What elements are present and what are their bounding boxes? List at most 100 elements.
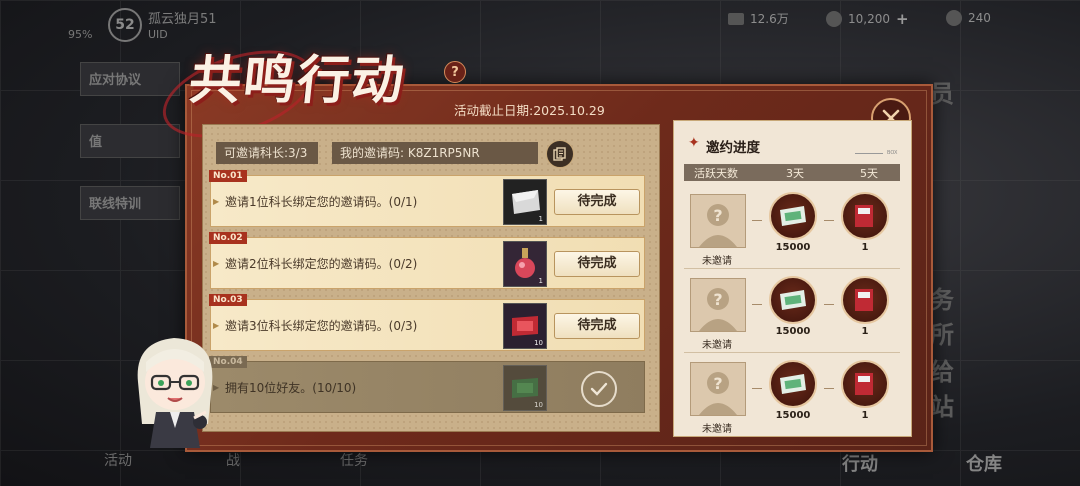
cash-icon — [780, 374, 806, 394]
row-separator — [824, 220, 834, 221]
bg-menu-item: 应对协议 — [80, 62, 180, 96]
reward-amount: 15000 — [775, 410, 811, 421]
invite-status: 未邀请 — [702, 340, 732, 351]
task-number: No.03 — [209, 294, 247, 306]
bg-word: 员 — [930, 79, 954, 108]
completed-check — [581, 371, 617, 407]
empty-avatar[interactable]: ? — [690, 362, 746, 416]
reward-amount: 1 — [861, 326, 869, 337]
bg-menu-item: 联线特训 — [80, 186, 180, 220]
empty-avatar[interactable]: ? — [690, 194, 746, 248]
progress-mini-text: BOX — [887, 150, 898, 156]
help-icon[interactable]: ? — [444, 61, 466, 83]
reward-amount: 1 — [861, 410, 869, 421]
reward-count: 10 — [534, 401, 543, 409]
reward-item[interactable]: 1 — [503, 179, 547, 225]
row-separator — [752, 304, 762, 305]
cash-icon — [780, 290, 806, 310]
copy-button[interactable] — [546, 140, 574, 168]
player-level: 52 — [108, 8, 142, 42]
player-name-text: 孤云独月51 — [148, 12, 217, 27]
task-row: No.02 ▶ 邀请2位科长绑定您的邀请码。(0/2) 1 待完成 — [209, 232, 645, 289]
task-description: 邀请2位科长绑定您的邀请码。(0/2) — [225, 257, 418, 271]
cash-icon — [728, 12, 744, 25]
empty-avatar[interactable]: ? — [690, 278, 746, 332]
card-pack-icon — [855, 205, 873, 227]
reward-coin[interactable] — [769, 192, 817, 240]
pending-button[interactable]: 待完成 — [554, 189, 640, 215]
resource-cash[interactable]: 12.6万 — [728, 10, 789, 27]
row-separator — [752, 388, 762, 389]
task-row: No.01 ▶ 邀请1位科长绑定您的邀请码。(0/1) 1 待完成 — [209, 170, 645, 227]
bg-bottom-item: 仓库 — [966, 454, 1002, 475]
resource-value: 10,200 — [848, 12, 890, 26]
row-separator — [752, 220, 762, 221]
reward-count: 10 — [534, 339, 543, 347]
event-deadline: 活动截止日期:2025.10.29 — [454, 103, 605, 118]
energy-icon — [946, 10, 962, 26]
pending-button[interactable]: 待完成 — [554, 251, 640, 277]
invite-progress-title: 邀约进度 — [706, 140, 760, 156]
row-separator — [824, 304, 834, 305]
reward-coin[interactable] — [841, 276, 889, 324]
bg-word: 务所 — [930, 285, 954, 349]
reward-item[interactable]: 1 — [503, 241, 547, 287]
resource-value: 12.6万 — [750, 12, 789, 26]
row-separator — [824, 388, 834, 389]
event-title: 共鸣行动 — [186, 50, 409, 111]
arrow-icon: ▶ — [213, 259, 220, 268]
header-3-days: 3天 — [786, 167, 804, 180]
header-active-days: 活跃天数 — [694, 167, 738, 180]
question-avatar-icon: ? — [699, 204, 737, 247]
reward-coin[interactable] — [841, 192, 889, 240]
reward-item[interactable]: 10 — [503, 303, 547, 349]
task-number: No.02 — [209, 232, 247, 244]
reward-amount: 15000 — [775, 242, 811, 253]
top-bar: 95% 52 孤云独月51 UID 12.6万 10,200 + 240 — [0, 0, 1080, 42]
arrow-icon: ▶ — [213, 321, 220, 330]
plus-icon[interactable]: + — [896, 10, 909, 28]
resource-energy[interactable]: 240 — [946, 10, 991, 26]
reward-coin[interactable] — [769, 276, 817, 324]
copy-icon — [553, 147, 566, 161]
bg-bottom-item: 任务 — [340, 453, 368, 469]
cash-icon — [780, 206, 806, 226]
bg-bottom-item: 活动 — [104, 453, 132, 469]
invite-status: 未邀请 — [702, 424, 732, 435]
diamond-icon: ✦ — [688, 135, 700, 151]
question-avatar-icon: ? — [699, 288, 737, 331]
bg-bottom-item: 战 — [226, 453, 240, 469]
invite-row: ? 未邀请 15000 1 — [684, 270, 900, 353]
task-description: 拥有10位好友。(10/10) — [225, 381, 357, 395]
task-description: 邀请3位科长绑定您的邀请码。(0/3) — [225, 319, 418, 333]
bg-bottom-item: 行动 — [842, 454, 878, 475]
invitable-count: 可邀请科长:3/3 — [216, 142, 318, 164]
arrow-icon: ▶ — [213, 197, 220, 206]
player-uid: UID — [148, 28, 168, 41]
progress-header: 活跃天数 3天 5天 — [684, 164, 900, 181]
reward-item: 10 — [503, 365, 547, 411]
reward-amount: 15000 — [775, 326, 811, 337]
reward-count: 1 — [538, 215, 543, 223]
progress-percent: 95% — [68, 28, 93, 41]
card-pack-icon — [855, 373, 873, 395]
card-pack-icon — [855, 289, 873, 311]
reward-coin[interactable] — [841, 360, 889, 408]
reward-coin[interactable] — [769, 360, 817, 408]
resource-value: 240 — [968, 11, 991, 25]
task-row: No.03 ▶ 邀请3位科长绑定您的邀请码。(0/3) 10 待完成 — [209, 294, 645, 351]
task-row-completed: No.04 ▶ 拥有10位好友。(10/10) 10 — [209, 356, 645, 413]
resource-gem[interactable]: 10,200 + — [826, 10, 909, 28]
invite-row: ? 未邀请 15000 1 — [684, 186, 900, 269]
reward-amount: 1 — [861, 242, 869, 253]
invite-row: ? 未邀请 15000 1 — [684, 354, 900, 436]
checkmark-icon — [590, 382, 608, 396]
gem-icon — [826, 11, 842, 27]
player-name: 孤云独月51 UID — [148, 8, 217, 42]
header-5-days: 5天 — [860, 167, 878, 180]
pending-button[interactable]: 待完成 — [554, 313, 640, 339]
svg-text:?: ? — [713, 206, 722, 225]
svg-text:?: ? — [713, 374, 722, 393]
reward-count: 1 — [538, 277, 543, 285]
task-description: 邀请1位科长绑定您的邀请码。(0/1) — [225, 195, 418, 209]
